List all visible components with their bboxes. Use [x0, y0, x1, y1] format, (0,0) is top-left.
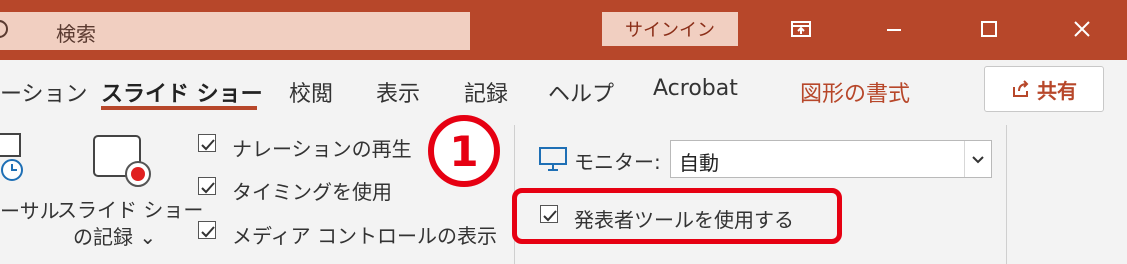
show-media-controls-label: メディア コントロールの表示: [232, 224, 497, 248]
chevron-down-icon[interactable]: [964, 141, 991, 177]
play-narrations-checkbox[interactable]: ナレーションの再生: [198, 133, 412, 161]
close-icon[interactable]: [1067, 14, 1097, 44]
tab-shape-format[interactable]: 図形の書式: [800, 76, 910, 108]
active-tab-indicator: [101, 106, 257, 110]
monitor-icon: [539, 147, 567, 171]
rehearse-timings-label[interactable]: ーサル: [0, 195, 60, 224]
tab-slide-show[interactable]: スライド ショー: [101, 76, 263, 108]
use-timings-label: タイミングを使用: [232, 180, 392, 204]
share-label: 共有: [1037, 78, 1077, 103]
monitor-label: モニター:: [574, 150, 661, 174]
maximize-icon[interactable]: [974, 14, 1004, 44]
search-box[interactable]: 検索: [0, 12, 470, 50]
rehearse-timings-icon[interactable]: [0, 130, 34, 190]
checkbox-icon: [198, 134, 216, 152]
tab-view[interactable]: 表示: [376, 76, 420, 108]
signin-button[interactable]: サインイン: [602, 12, 738, 46]
play-narrations-label: ナレーションの再生: [232, 137, 412, 161]
show-media-controls-checkbox[interactable]: メディア コントロールの表示: [198, 220, 497, 248]
ribbon-display-options-icon[interactable]: [786, 14, 816, 44]
monitor-value: 自動: [679, 151, 719, 175]
tab-review[interactable]: 校閲: [289, 76, 333, 108]
search-icon: [0, 20, 8, 38]
step-number-badge: 1: [428, 115, 500, 187]
tab-acrobat[interactable]: Acrobat: [653, 76, 738, 101]
record-slide-show-label-line1[interactable]: スライド ショー: [57, 194, 203, 223]
ribbon-tabs: ーション スライド ショー 校閲 表示 記録 ヘルプ Acrobat 図形の書式: [0, 60, 1127, 122]
record-slide-show-icon[interactable]: [92, 134, 156, 190]
checkbox-icon: [198, 177, 216, 195]
tab-record[interactable]: 記録: [464, 76, 508, 108]
tab-help[interactable]: ヘルプ: [548, 76, 614, 108]
group-separator: [1006, 125, 1007, 264]
checkbox-icon: [198, 221, 216, 239]
tab-animations[interactable]: ーション: [0, 76, 88, 108]
share-button[interactable]: 共有: [984, 66, 1104, 112]
monitor-dropdown[interactable]: 自動: [670, 140, 992, 178]
share-icon: [1013, 80, 1029, 97]
highlight-box: [512, 188, 842, 244]
search-placeholder: 検索: [56, 22, 96, 46]
use-timings-checkbox[interactable]: タイミングを使用: [198, 176, 392, 204]
record-slide-show-label-line2[interactable]: の記録 ⌄: [73, 221, 156, 250]
title-bar: 検索 サインイン: [0, 0, 1127, 60]
minimize-icon[interactable]: [879, 14, 909, 44]
